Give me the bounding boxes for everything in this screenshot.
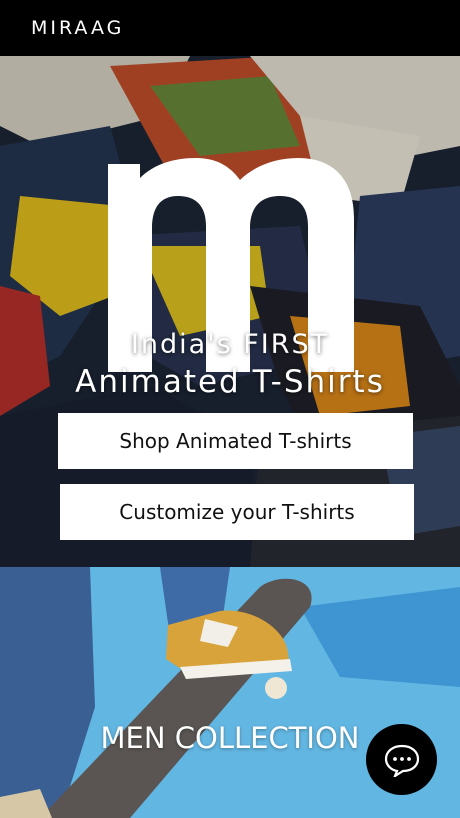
shop-animated-tshirts-button[interactable]: Shop Animated T-shirts — [58, 413, 413, 469]
chat-bubble-icon — [384, 744, 419, 777]
brand-logo-text[interactable]: MIRAAG — [31, 17, 124, 39]
hero-tagline-line2: Animated T-Shirts — [75, 364, 385, 400]
hero-tagline-line1: India's FIRST — [130, 329, 330, 360]
chat-button[interactable] — [366, 724, 437, 795]
top-navigation-bar: MIRAAG — [0, 0, 460, 56]
hero-banner: India's FIRST Animated T-Shirts Shop Ani… — [0, 56, 460, 567]
customize-tshirts-button[interactable]: Customize your T-shirts — [60, 484, 414, 540]
